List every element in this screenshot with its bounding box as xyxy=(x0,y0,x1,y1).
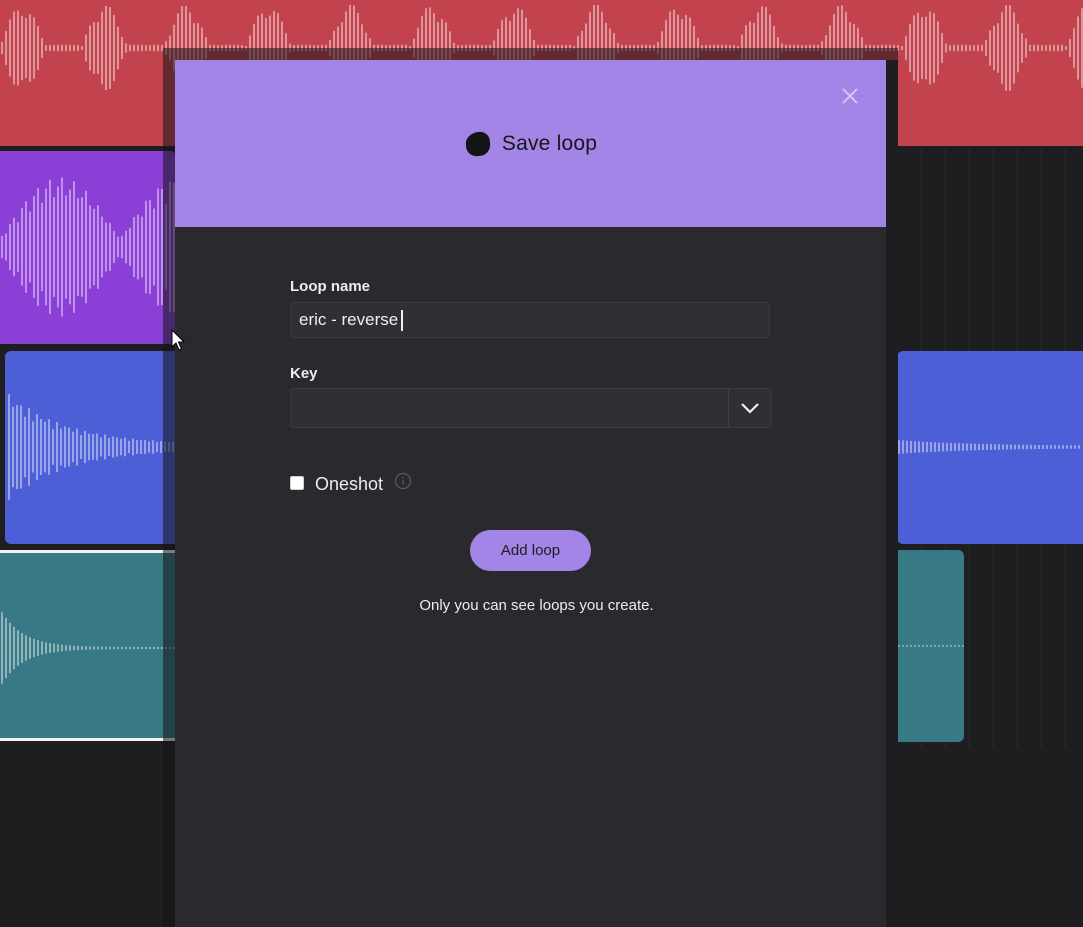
track-clip-teal-right[interactable] xyxy=(897,550,964,742)
dialog-header: Save loop xyxy=(175,60,886,227)
track-clip-blue-right[interactable] xyxy=(897,351,1083,544)
track-clip-blue-left[interactable] xyxy=(5,351,180,544)
save-loop-dialog: Save loop Loop name eric - reverse Key O… xyxy=(175,60,886,927)
info-icon[interactable] xyxy=(394,472,412,490)
key-select[interactable] xyxy=(290,388,772,428)
privacy-note: Only you can see loops you create. xyxy=(419,597,654,614)
text-caret xyxy=(401,309,404,331)
chevron-down-icon[interactable] xyxy=(739,398,761,418)
track-clip-purple[interactable] xyxy=(0,151,175,344)
loop-name-input[interactable]: eric - reverse xyxy=(290,302,770,338)
close-icon[interactable] xyxy=(840,86,860,106)
key-label: Key xyxy=(290,365,318,382)
oneshot-checkbox[interactable] xyxy=(290,476,304,490)
oneshot-label[interactable]: Oneshot xyxy=(315,474,383,495)
modal-scrollbar[interactable] xyxy=(886,60,898,927)
add-loop-button[interactable]: Add loop xyxy=(470,530,591,571)
mouse-pointer-icon xyxy=(171,329,186,351)
select-divider xyxy=(728,389,729,427)
dialog-title: Save loop xyxy=(501,132,598,155)
track-clip-teal-left[interactable] xyxy=(0,550,180,741)
loop-name-value: eric - reverse xyxy=(299,310,399,329)
loop-blob-icon xyxy=(465,131,491,157)
loop-name-label: Loop name xyxy=(290,278,371,295)
